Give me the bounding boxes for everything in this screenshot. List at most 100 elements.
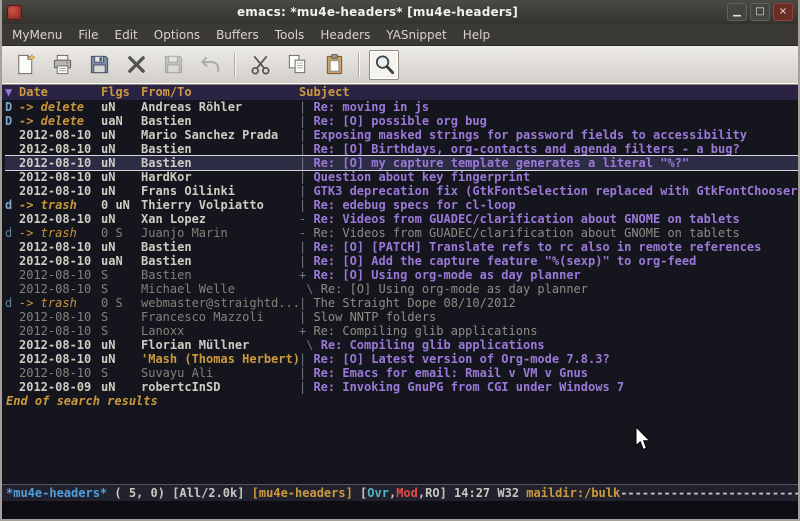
column-header-date[interactable]: Date [19,85,101,100]
cut-button[interactable] [245,50,275,80]
window-controls: ▁ □ × [727,3,793,21]
save-as-button [158,50,188,80]
thread-separator: | [299,380,313,394]
subject-text: Re: Compiling glib applications [321,338,545,352]
thread-separator: | [299,184,313,198]
mark-char [5,184,19,198]
menu-item-headers[interactable]: Headers [312,26,378,44]
message-row[interactable]: 2012-08-10 uN Florian Müllner \ Re: Comp… [5,338,798,352]
mode-line-segment: maildir:/bulk [526,486,620,500]
message-row[interactable]: 2012-08-10 uN Mario Sanchez Prada | Expo… [5,128,798,142]
save-button[interactable] [84,50,114,80]
message-row[interactable]: 2012-08-10 uN Bastien | Re: [O] [PATCH] … [5,240,798,254]
print-button[interactable] [47,50,77,80]
mode-line-segment: ,RO] [418,486,454,500]
thread-separator: \ [299,282,321,296]
msg-date: 2012-08-10 [19,254,101,268]
close-button[interactable] [121,50,151,80]
msg-date: -> trash [19,296,101,310]
message-row[interactable]: 2012-08-10 uN Frans Oilinki | GTK3 depre… [5,184,798,198]
message-row[interactable]: d -> trash 0 uN Thierry Volpiatto | Re: … [5,198,798,212]
thread-separator: | [299,296,313,310]
subject-text: Re: [O] Birthdays, org-contacts and agen… [313,142,739,156]
message-row[interactable]: 2012-08-10 S Francesco Mazzoli | Slow NN… [5,310,798,324]
title-bar: emacs: *mu4e-headers* [mu4e-headers] ▁ □… [2,0,798,24]
menu-item-tools[interactable]: Tools [267,26,313,44]
msg-flags: uN [101,156,141,170]
minimize-button[interactable]: ▁ [727,3,747,21]
search-button[interactable] [369,50,399,80]
msg-date: 2012-08-10 [19,156,101,170]
mark-char [5,142,19,156]
message-row[interactable]: D -> delete uN Andreas Röhler | Re: movi… [5,100,798,114]
msg-flags: uaN [101,114,141,128]
menu-item-mymenu[interactable]: MyMenu [4,26,70,44]
msg-flags: uN [101,338,141,352]
message-row[interactable]: 2012-08-10 uN 'Mash (Thomas Herbert) | R… [5,352,798,366]
thread-separator: | [299,352,313,366]
msg-date: 2012-08-10 [19,268,101,282]
echo-area[interactable] [2,501,798,519]
column-header-subject[interactable]: Subject [299,85,798,100]
column-header-flags[interactable]: Flgs [101,85,141,100]
message-row[interactable]: 2012-08-10 uaN Bastien | Re: [O] Add the… [5,254,798,268]
message-row[interactable]: 2012-08-10 S Suvayu Ali | Re: Emacs for … [5,366,798,380]
msg-subject: \ Re: [O] Using org-mode as day planner [299,282,798,296]
new-file-button[interactable] [10,50,40,80]
msg-from: Xan Lopez [141,212,299,226]
msg-flags: uN [101,100,141,114]
mark-char [5,338,19,352]
msg-date: 2012-08-09 [19,380,101,394]
menu-item-help[interactable]: Help [455,26,498,44]
msg-date: -> delete [19,114,101,128]
mode-line-segment: Ovr [367,486,389,500]
window-title: emacs: *mu4e-headers* [mu4e-headers] [28,5,727,19]
emacs-window: emacs: *mu4e-headers* [mu4e-headers] ▁ □… [0,0,800,521]
msg-from: webmaster@straightd... [141,296,299,310]
msg-date: 2012-08-10 [19,324,101,338]
column-header-from[interactable]: From/To [141,85,299,100]
msg-date: -> trash [19,226,101,240]
message-row[interactable]: d -> trash 0 S Juanjo Marin - Re: Videos… [5,226,798,240]
search-icon [373,53,396,76]
message-row[interactable]: D -> delete uaN Bastien | Re: [O] possib… [5,114,798,128]
mark-char [5,170,19,184]
subject-text: GTK3 deprecation fix (GtkFontSelection r… [313,184,798,198]
msg-date: -> delete [19,100,101,114]
msg-from: Mario Sanchez Prada [141,128,299,142]
menu-item-buffers[interactable]: Buffers [208,26,267,44]
mark-char: D [5,114,19,128]
msg-date: 2012-08-10 [19,240,101,254]
message-row[interactable]: 2012-08-09 uN robertcInSD | Re: Invoking… [5,380,798,394]
message-row[interactable]: 2012-08-10 uN HardKor | Question about k… [5,170,798,184]
sort-direction-icon[interactable]: ▼ [5,85,19,100]
close-icon [125,53,148,76]
close-button[interactable]: × [773,3,793,21]
message-row[interactable]: 2012-08-10 uN Xan Lopez - Re: Videos fro… [5,212,798,226]
menu-item-file[interactable]: File [70,26,106,44]
msg-date: 2012-08-10 [19,282,101,296]
print-icon [51,53,74,76]
message-row[interactable]: 2012-08-10 uN Bastien | Re: [O] Birthday… [5,142,798,156]
menu-item-options[interactable]: Options [146,26,208,44]
msg-subject: \ Re: Compiling glib applications [299,338,798,352]
copy-button[interactable] [282,50,312,80]
message-row[interactable]: d -> trash 0 S webmaster@straightd... | … [5,296,798,310]
message-row[interactable]: 2012-08-10 S Bastien + Re: [O] Using org… [5,268,798,282]
msg-from: Michael Welle [141,282,299,296]
menu-item-edit[interactable]: Edit [107,26,146,44]
maximize-button[interactable]: □ [750,3,770,21]
message-row[interactable]: 2012-08-10 S Michael Welle \ Re: [O] Usi… [5,282,798,296]
msg-flags: uN [101,212,141,226]
paste-button[interactable] [319,50,349,80]
save-as-icon [162,53,185,76]
thread-separator: \ [299,338,321,352]
message-row[interactable]: 2012-08-10 S Lanoxx + Re: Compiling glib… [5,324,798,338]
subject-text: Re: [O] [PATCH] Translate refs to rc als… [313,240,761,254]
mu4e-headers-buffer: ▼ Date Flgs From/To Subject D -> delete … [2,84,798,484]
msg-subject: | Re: [O] Latest version of Org-mode 7.8… [299,352,798,366]
mode-line-segment: Mod [396,486,418,500]
subject-text: Re: [O] my capture template generates a … [313,156,689,170]
message-row[interactable]: 2012-08-10 uN Bastien | Re: [O] my captu… [5,156,798,170]
menu-item-yasnippet[interactable]: YASnippet [378,26,455,44]
